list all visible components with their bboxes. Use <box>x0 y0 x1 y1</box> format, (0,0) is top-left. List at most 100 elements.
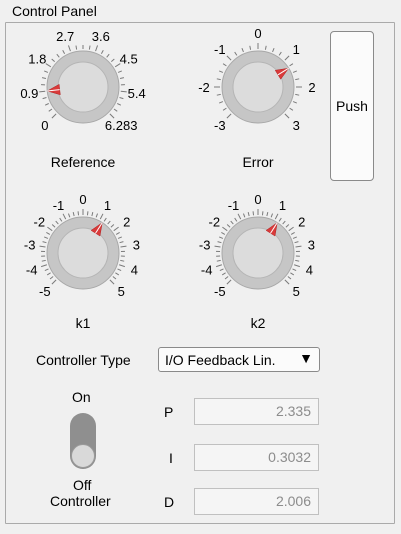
knob-k2[interactable]: -5 -4 -3 -2 -1 0 1 2 3 4 5 <box>198 192 318 318</box>
p-gain-field[interactable]: 2.335 <box>194 398 319 425</box>
knob-tick <box>109 279 115 285</box>
knob-tick <box>290 272 295 276</box>
knob-tick-label: -1 <box>228 198 240 213</box>
knob-tick <box>44 236 49 239</box>
knob-k1-dial[interactable]: -5-4 -3 -2 -1 0 123 45 <box>23 192 143 313</box>
knob-tick <box>293 264 301 268</box>
knob-tick <box>216 93 221 96</box>
controller-toggle-switch[interactable] <box>70 413 96 469</box>
knob-tick <box>288 226 294 232</box>
knob-tick-label: 0 <box>79 192 86 207</box>
knob-tick <box>110 224 115 228</box>
knob-tick <box>99 213 104 220</box>
knob-k1[interactable]: -5 -4 -3 -2 -1 0 1 2 3 4 5 <box>23 192 143 318</box>
knob-tick <box>266 212 269 217</box>
knob-tick <box>47 226 53 232</box>
knob-tick <box>295 259 300 262</box>
knob-tick <box>270 213 274 218</box>
knob-tick <box>120 245 127 248</box>
knob-tick <box>48 108 53 112</box>
knob-tick <box>222 226 228 232</box>
knob-tick <box>62 213 67 220</box>
knob-cap <box>57 227 109 279</box>
knob-tick <box>234 217 238 222</box>
knob-tick <box>224 276 229 280</box>
knob-tick <box>282 220 286 225</box>
controller-type-value: I/O Feedback Lin. <box>165 351 276 368</box>
switch-thumb[interactable] <box>71 444 95 468</box>
knob-tick-label: -3 <box>199 238 211 253</box>
knob-tick-label: 1.8 <box>28 51 46 66</box>
knob-tick <box>115 232 120 235</box>
knob-tick <box>278 217 282 222</box>
knob-tick <box>287 276 292 280</box>
knob-tick <box>249 45 252 50</box>
knob-tick-label: -2 <box>209 214 221 229</box>
knob-cap <box>232 227 284 279</box>
knob-tick-label: 4 <box>306 263 313 278</box>
knob-tick <box>241 48 244 53</box>
switch-on-label: On <box>72 389 91 405</box>
knob-tick-label: 2 <box>308 80 315 95</box>
knob-tick <box>117 70 122 73</box>
knob-tick <box>39 90 46 93</box>
knob-error[interactable]: -3 -2 -1 0 1 2 3 <box>198 26 318 152</box>
knob-tick <box>290 232 295 235</box>
push-button[interactable]: Push <box>330 31 374 181</box>
knob-tick <box>219 236 224 239</box>
i-gain-field[interactable]: 0.3032 <box>194 444 319 471</box>
knob-tick <box>215 264 223 268</box>
knob-error-dial[interactable]: -3 -2 -1 0 1 2 3 <box>198 26 318 147</box>
knob-tick-label: -4 <box>26 263 38 278</box>
knob-tick-label: -5 <box>39 284 51 299</box>
controller-type-label: Controller Type <box>36 352 131 368</box>
knob-k1-label: k1 <box>75 315 91 331</box>
knob-tick <box>272 48 275 53</box>
knob-tick-label: 1 <box>279 198 286 213</box>
knob-tick <box>295 78 300 81</box>
knob-reference-dial[interactable]: 0 0.9 1.8 2.7 3.6 4.5 5.4 6.283 <box>20 27 146 147</box>
knob-tick-label: 0 <box>254 192 261 207</box>
knob-tick <box>41 77 47 80</box>
d-gain-label: D <box>164 494 175 510</box>
knob-tick <box>40 264 48 268</box>
knob-tick <box>55 220 59 225</box>
knob-tick <box>217 241 222 244</box>
knob-tick-label: 3 <box>293 118 300 133</box>
d-gain-field[interactable]: 2.006 <box>194 488 319 515</box>
knob-tick <box>247 212 250 217</box>
knob-tick <box>119 77 125 80</box>
knob-error-label: Error <box>242 154 274 170</box>
knob-cap <box>232 61 284 113</box>
knob-reference[interactable]: 0 0.9 1.8 2.7 3.6 4.5 5.4 6.283 <box>20 27 146 152</box>
knob-tick <box>117 103 122 106</box>
knob-tick <box>59 217 63 222</box>
knob-tick-label: 0 <box>254 26 261 41</box>
knob-tick <box>39 245 46 248</box>
knob-tick <box>120 90 127 93</box>
knob-tick <box>284 279 290 285</box>
knob-tick <box>219 101 224 104</box>
knob-tick <box>295 245 302 248</box>
knob-k2-dial[interactable]: -5-4 -3 -2 -1 0 123 45 <box>198 192 318 313</box>
knob-tick <box>51 279 57 285</box>
knob-tick <box>51 224 56 228</box>
knob-tick-label: 0.9 <box>20 86 38 101</box>
knob-tick <box>56 53 60 58</box>
knob-tick-label: 5.4 <box>128 86 146 101</box>
knob-tick <box>226 55 232 61</box>
knob-tick-label: 5 <box>118 284 125 299</box>
knob-tick <box>107 220 111 225</box>
knob-tick-label: -5 <box>214 284 226 299</box>
knob-tick-label: 2 <box>123 214 130 229</box>
knob-tick <box>46 272 51 276</box>
knob-tick <box>106 53 110 58</box>
controller-type-dropdown[interactable]: I/O Feedback Lin. ▼ <box>158 347 320 372</box>
knob-tick <box>214 245 221 248</box>
knob-tick <box>284 55 290 61</box>
knob-tick-label: 4 <box>131 263 138 278</box>
knob-tick <box>119 241 124 244</box>
knob-tick <box>46 232 51 235</box>
knob-tick <box>216 259 221 262</box>
knob-tick <box>284 113 290 119</box>
